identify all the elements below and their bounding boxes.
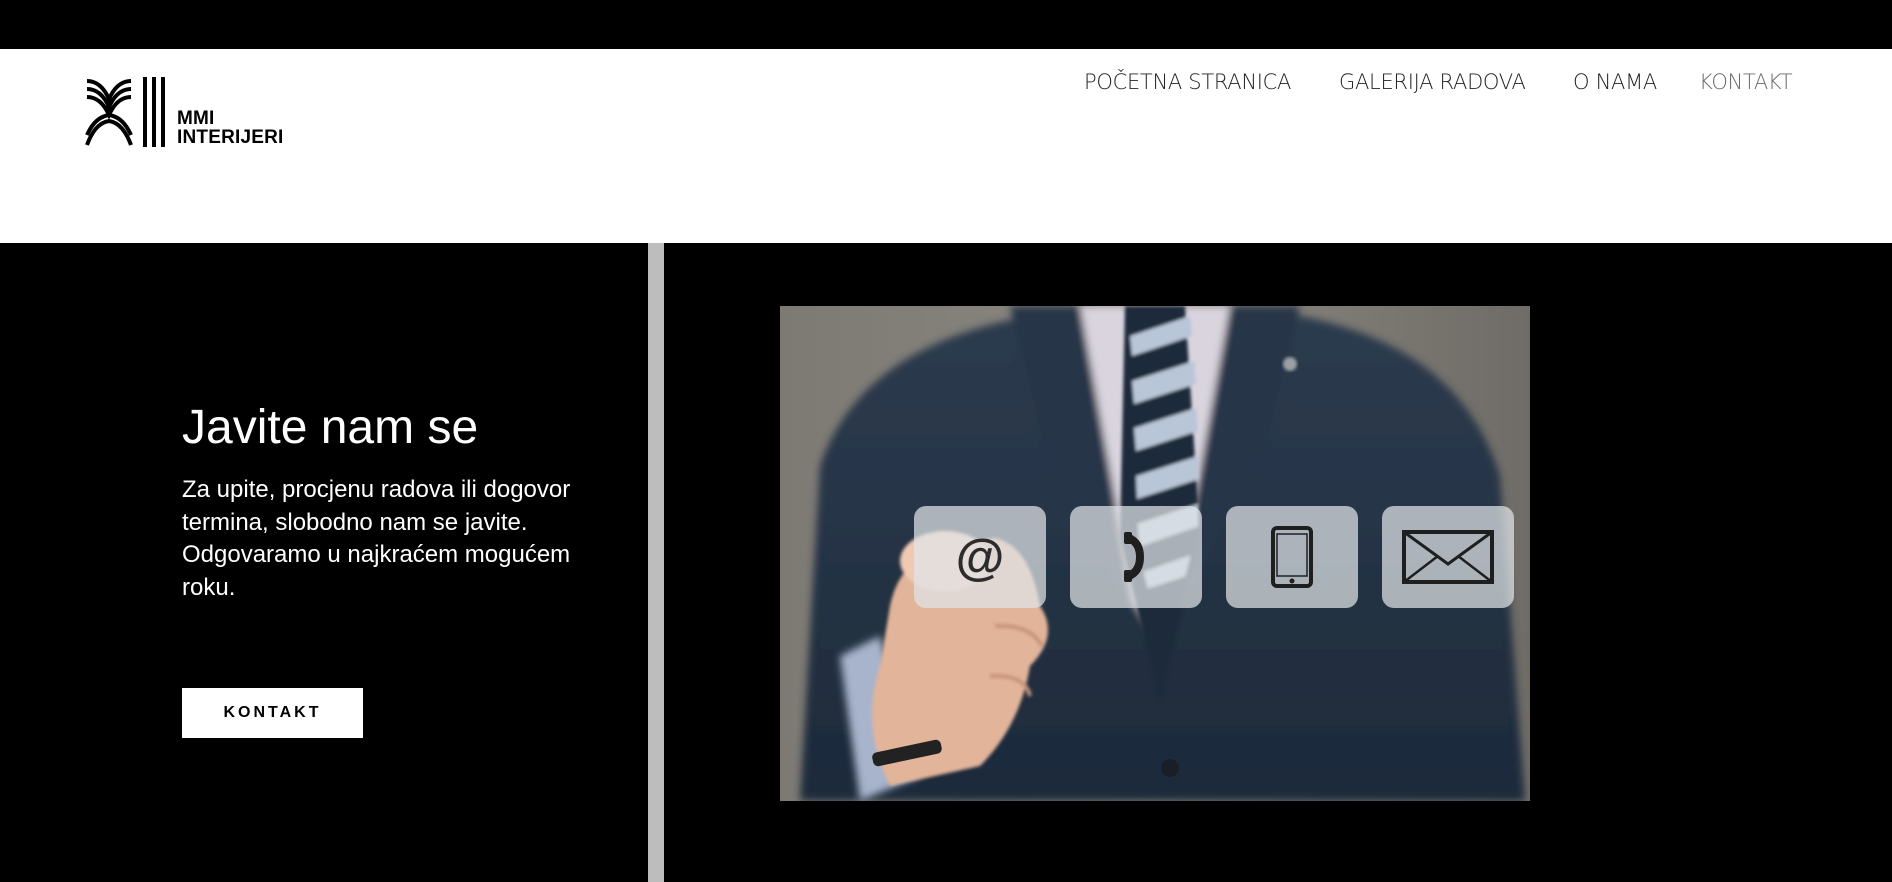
- at-sign-icon: @: [956, 529, 1005, 585]
- nav-item-about[interactable]: O NAMA: [1573, 70, 1657, 94]
- svg-text:@: @: [956, 529, 1005, 585]
- mobile-tile[interactable]: [1226, 506, 1358, 608]
- vertical-divider: [648, 243, 664, 882]
- logo-text: MMI INTERIJERI: [177, 109, 284, 147]
- logo-line-1: MMI: [177, 108, 215, 129]
- envelope-icon: [1402, 530, 1494, 584]
- contact-button[interactable]: KONTAKT: [182, 688, 363, 738]
- envelope-tile[interactable]: [1382, 506, 1514, 608]
- nav-item-home[interactable]: POČETNA STRANICA: [1084, 70, 1291, 94]
- phone-icon: [1124, 532, 1144, 582]
- nav-item-contact[interactable]: KONTAKT: [1699, 70, 1793, 94]
- hero-description-line-2: Odgovaramo u najkraćem mogućem roku.: [182, 541, 571, 601]
- contact-photo: @: [780, 306, 1530, 801]
- top-bar: [0, 0, 1892, 49]
- email-at-tile[interactable]: @: [914, 506, 1046, 608]
- phone-tile[interactable]: [1070, 506, 1202, 608]
- hero-description-line-1: Za upite, procjenu radova ili dogovor te…: [182, 476, 571, 536]
- main-nav: POČETNA STRANICA GALERIJA RADOVA O NAMA …: [0, 70, 1892, 100]
- hero-heading: Javite nam se: [182, 401, 479, 454]
- logo-line-2: INTERIJERI: [177, 127, 284, 148]
- hero-description: Za upite, procjenu radova ili dogovor te…: [182, 474, 582, 604]
- mobile-icon: [1271, 526, 1313, 588]
- nav-item-gallery[interactable]: GALERIJA RADOVA: [1339, 70, 1526, 94]
